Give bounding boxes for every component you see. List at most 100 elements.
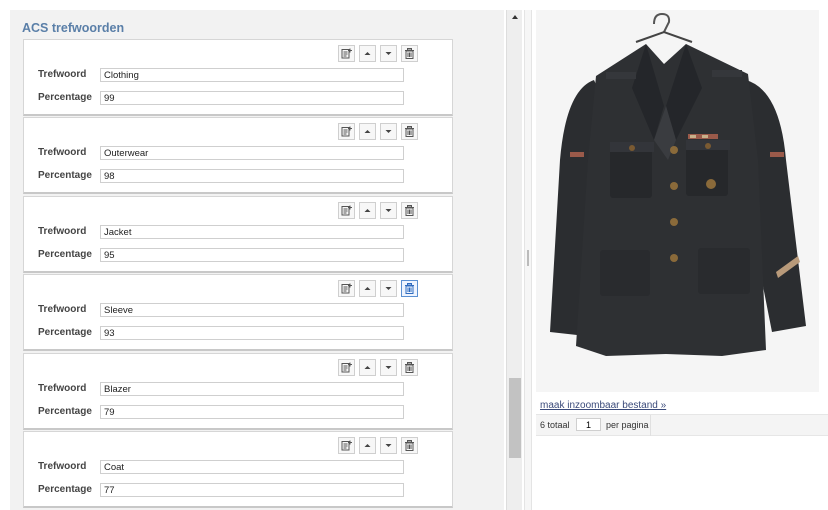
keyword-row: Trefwoord bbox=[24, 146, 452, 160]
per-page-label: per pagina bbox=[606, 420, 649, 430]
keyword-input[interactable] bbox=[100, 303, 404, 317]
percentage-input[interactable] bbox=[100, 326, 404, 340]
media-viewer-panel: maak inzoombaar bestand » 6 totaal per p… bbox=[536, 10, 828, 510]
add-button[interactable] bbox=[338, 437, 355, 454]
move-up-button[interactable] bbox=[359, 202, 376, 219]
keyword-row: Trefwoord bbox=[24, 225, 452, 239]
image-frame bbox=[536, 10, 819, 392]
keyword-label: Trefwoord bbox=[38, 69, 87, 80]
move-up-button[interactable] bbox=[359, 359, 376, 376]
scroll-thumb[interactable] bbox=[509, 378, 521, 458]
add-button[interactable] bbox=[338, 359, 355, 376]
delete-button[interactable] bbox=[401, 437, 418, 454]
keyword-group: Trefwoord Percentage bbox=[23, 353, 453, 430]
arrow-up-icon bbox=[364, 209, 371, 212]
keyword-input[interactable] bbox=[100, 225, 404, 239]
arrow-up-icon bbox=[364, 287, 371, 290]
move-down-button[interactable] bbox=[380, 45, 397, 62]
pager-divider bbox=[650, 415, 651, 436]
delete-button[interactable] bbox=[401, 123, 418, 140]
move-down-button[interactable] bbox=[380, 280, 397, 297]
percentage-input[interactable] bbox=[100, 405, 404, 419]
percentage-row: Percentage bbox=[24, 326, 452, 340]
add-button[interactable] bbox=[338, 202, 355, 219]
jacket-photo[interactable] bbox=[536, 10, 819, 392]
add-note-icon bbox=[341, 205, 352, 216]
add-note-icon bbox=[341, 362, 352, 373]
percentage-row: Percentage bbox=[24, 169, 452, 183]
add-note-icon bbox=[341, 126, 352, 137]
arrow-down-icon bbox=[385, 130, 392, 133]
keyword-label: Trefwoord bbox=[38, 147, 87, 158]
keyword-label: Trefwoord bbox=[38, 226, 87, 237]
percentage-label: Percentage bbox=[38, 406, 92, 417]
make-zoomable-link[interactable]: maak inzoombaar bestand » bbox=[540, 400, 666, 411]
keyword-input[interactable] bbox=[100, 460, 404, 474]
delete-button[interactable] bbox=[401, 202, 418, 219]
percentage-row: Percentage bbox=[24, 91, 452, 105]
move-down-button[interactable] bbox=[380, 437, 397, 454]
form-scrollbar[interactable] bbox=[506, 10, 522, 510]
move-up-button[interactable] bbox=[359, 437, 376, 454]
move-down-button[interactable] bbox=[380, 123, 397, 140]
percentage-row: Percentage bbox=[24, 483, 452, 497]
keyword-label: Trefwoord bbox=[38, 304, 87, 315]
add-button[interactable] bbox=[338, 280, 355, 297]
move-up-button[interactable] bbox=[359, 123, 376, 140]
delete-button[interactable] bbox=[401, 359, 418, 376]
move-down-button[interactable] bbox=[380, 359, 397, 376]
app-root: ACS trefwoorden Trefwoord Percentage bbox=[0, 0, 828, 510]
keyword-row: Trefwoord bbox=[24, 303, 452, 317]
group-toolbar bbox=[338, 202, 418, 219]
pager: 6 totaal per pagina bbox=[536, 414, 828, 436]
move-up-button[interactable] bbox=[359, 280, 376, 297]
arrow-up-icon bbox=[364, 366, 371, 369]
keyword-group: Trefwoord Percentage bbox=[23, 274, 453, 351]
move-down-button[interactable] bbox=[380, 202, 397, 219]
add-note-icon bbox=[341, 283, 352, 294]
keyword-input[interactable] bbox=[100, 382, 404, 396]
add-button[interactable] bbox=[338, 45, 355, 62]
keyword-row: Trefwoord bbox=[24, 460, 452, 474]
percentage-input[interactable] bbox=[100, 248, 404, 262]
arrow-up-icon bbox=[364, 444, 371, 447]
arrow-up-icon bbox=[364, 130, 371, 133]
percentage-row: Percentage bbox=[24, 248, 452, 262]
keyword-label: Trefwoord bbox=[38, 461, 87, 472]
panel-splitter[interactable] bbox=[524, 10, 532, 510]
trash-icon bbox=[405, 362, 414, 373]
percentage-label: Percentage bbox=[38, 92, 92, 103]
scroll-up-arrow-icon[interactable] bbox=[507, 12, 523, 22]
keyword-label: Trefwoord bbox=[38, 383, 87, 394]
splitter-grip-icon[interactable] bbox=[527, 250, 529, 266]
add-button[interactable] bbox=[338, 123, 355, 140]
page-input[interactable] bbox=[576, 418, 601, 431]
section-title: ACS trefwoorden bbox=[22, 21, 125, 35]
keyword-group: Trefwoord Percentage bbox=[23, 117, 453, 194]
percentage-label: Percentage bbox=[38, 484, 92, 495]
move-up-button[interactable] bbox=[359, 45, 376, 62]
percentage-input[interactable] bbox=[100, 483, 404, 497]
keyword-form-panel: ACS trefwoorden Trefwoord Percentage bbox=[10, 10, 504, 510]
arrow-down-icon bbox=[385, 52, 392, 55]
group-toolbar bbox=[338, 123, 418, 140]
percentage-label: Percentage bbox=[38, 327, 92, 338]
group-toolbar bbox=[338, 359, 418, 376]
trash-icon bbox=[405, 126, 414, 137]
arrow-up-icon bbox=[364, 52, 371, 55]
trash-icon bbox=[405, 48, 414, 59]
delete-button[interactable] bbox=[401, 280, 418, 297]
keyword-row: Trefwoord bbox=[24, 68, 452, 82]
keyword-group: Trefwoord Percentage bbox=[23, 431, 453, 508]
percentage-input[interactable] bbox=[100, 91, 404, 105]
keyword-row: Trefwoord bbox=[24, 382, 452, 396]
arrow-down-icon bbox=[385, 366, 392, 369]
delete-button[interactable] bbox=[401, 45, 418, 62]
keyword-input[interactable] bbox=[100, 68, 404, 82]
group-toolbar bbox=[338, 437, 418, 454]
pager-total: 6 totaal bbox=[540, 420, 570, 430]
keyword-group: Trefwoord Percentage bbox=[23, 196, 453, 273]
keyword-input[interactable] bbox=[100, 146, 404, 160]
percentage-input[interactable] bbox=[100, 169, 404, 183]
arrow-down-icon bbox=[385, 444, 392, 447]
